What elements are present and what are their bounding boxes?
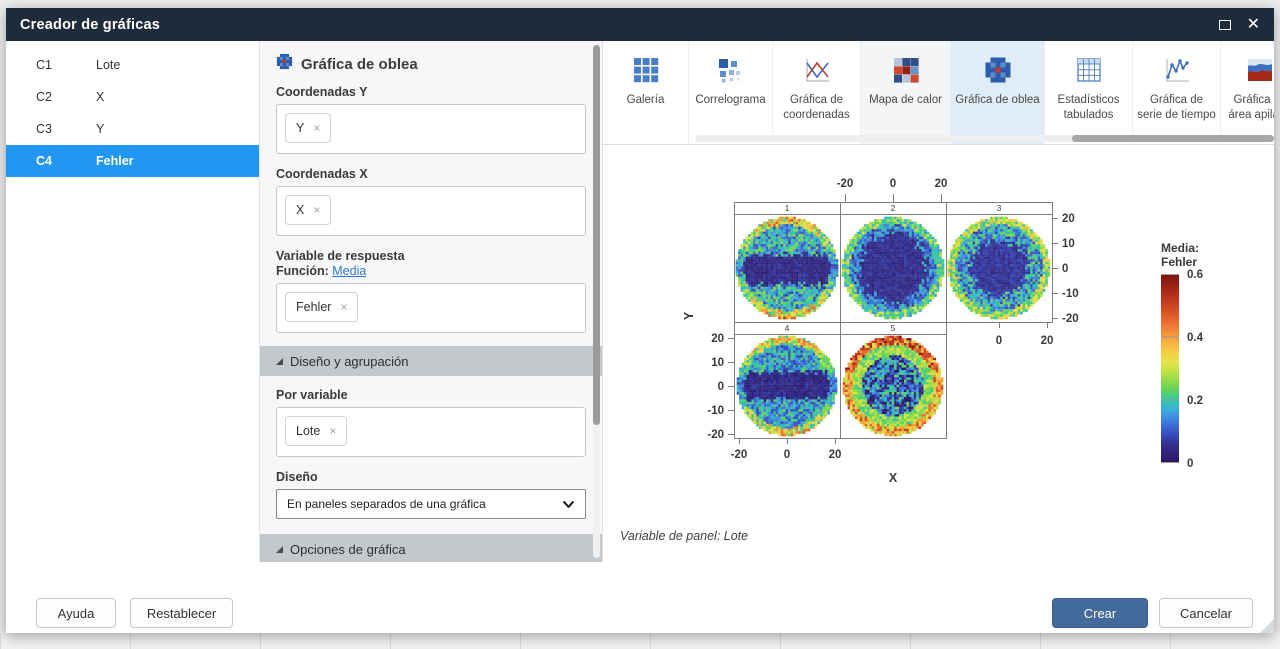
cancel-button[interactable]: Cancelar [1159, 598, 1253, 628]
section-graph-options[interactable]: Opciones de gráfica [260, 534, 602, 562]
wafer-plot-icon [276, 53, 293, 75]
chip-remove-icon[interactable]: × [313, 122, 320, 134]
wafer-plot-icon [984, 56, 1012, 84]
correlogram-icon [717, 56, 745, 84]
collapse-triangle-icon [276, 358, 283, 365]
column-name: Lote [96, 58, 120, 72]
builder-scrollbar-track[interactable] [593, 45, 600, 558]
response-dropzone[interactable]: Fehler × [276, 283, 586, 333]
reset-button[interactable]: Restablecer [130, 598, 233, 628]
dialog-footer: Ayuda Restablecer Crear Cancelar [6, 562, 1274, 633]
chip-remove-icon[interactable]: × [340, 301, 347, 313]
column-id: C1 [36, 58, 96, 72]
column-id: C4 [36, 154, 96, 168]
gallery-item-grafica-de-serie-de-tiempo[interactable]: Gráfica de serie de tiempo [1133, 41, 1221, 144]
stacked-area-icon [1246, 56, 1274, 84]
gallery-scrollbar-track[interactable] [695, 135, 1274, 142]
coord-x-label: Coordenadas X [276, 167, 586, 181]
column-name: Fehler [96, 154, 134, 168]
chip-fehler[interactable]: Fehler × [285, 292, 358, 322]
column-name: Y [96, 122, 104, 136]
column-row-c2[interactable]: C2 X [6, 81, 259, 113]
chart-gallery: Galería Correlograma [603, 41, 1274, 145]
by-variable-dropzone[interactable]: Lote × [276, 407, 586, 457]
parallel-coordinates-icon [803, 56, 831, 84]
gallery-item-grafica-de-area-apilada[interactable]: Gráfica de área apilada [1221, 41, 1274, 144]
chip-lote[interactable]: Lote × [285, 416, 347, 446]
coord-y-label: Coordenadas Y [276, 85, 586, 99]
gallery-item-grafica-de-coordenadas[interactable]: Gráfica de coordenadas [773, 41, 861, 144]
column-list: C1 Lote C2 X C3 Y C4 Fehler [6, 41, 260, 562]
close-icon[interactable]: ✕ [1247, 17, 1260, 33]
layout-label: Diseño [276, 470, 586, 484]
response-label: Variable de respuesta [276, 249, 586, 263]
dialog-title: Creador de gráficas [20, 17, 160, 33]
column-id: C2 [36, 90, 96, 104]
gallery-item-grafica-de-oblea[interactable]: Gráfica de oblea [951, 41, 1045, 144]
coord-x-dropzone[interactable]: X × [276, 186, 586, 236]
chip-remove-icon[interactable]: × [313, 204, 320, 216]
help-button[interactable]: Ayuda [36, 598, 116, 628]
dialog-titlebar[interactable]: Creador de gráficas ✕ [6, 8, 1274, 41]
column-name: X [96, 90, 104, 104]
builder-scrollbar-thumb[interactable] [593, 45, 600, 425]
resize-grip[interactable] [1260, 619, 1274, 633]
column-row-c1[interactable]: C1 Lote [6, 49, 259, 81]
graph-builder-dialog: Creador de gráficas ✕ C1 Lote C2 X C3 Y … [6, 8, 1274, 633]
gallery-item-galeria[interactable]: Galería [603, 41, 689, 144]
chart-preview-area: Variable de panel: Lote [603, 145, 1274, 562]
chip-x[interactable]: X × [285, 195, 331, 225]
time-series-icon [1163, 56, 1191, 84]
coord-y-dropzone[interactable]: Y × [276, 104, 586, 154]
column-row-c4-selected[interactable]: C4 Fehler [6, 145, 259, 177]
wafer-chart-canvas [603, 146, 1272, 526]
gallery-item-mapa-de-calor[interactable]: Mapa de calor [861, 41, 951, 144]
column-id: C3 [36, 122, 96, 136]
by-variable-label: Por variable [276, 388, 586, 402]
function-label: Función: [276, 264, 329, 278]
gallery-item-estadisticos-tabulados[interactable]: Estadísticos tabulados [1045, 41, 1133, 144]
chevron-down-icon [562, 500, 575, 509]
chip-remove-icon[interactable]: × [329, 425, 336, 437]
builder-panel: Gráfica de oblea Coordenadas Y Y × Coord… [260, 41, 603, 562]
layout-select[interactable]: En paneles separados de una gráfica [276, 489, 586, 519]
chip-y[interactable]: Y × [285, 113, 331, 143]
collapse-triangle-icon [276, 546, 283, 553]
section-design-grouping[interactable]: Diseño y agrupación [260, 346, 602, 376]
preview-panel: Galería Correlograma [603, 41, 1274, 562]
gallery-scrollbar-thumb[interactable] [1072, 135, 1274, 142]
desktop-background [0, 633, 1280, 649]
create-button[interactable]: Crear [1052, 598, 1148, 628]
builder-title: Gráfica de oblea [301, 56, 418, 73]
function-link[interactable]: Media [332, 264, 366, 278]
panel-variable-footnote: Variable de panel: Lote [620, 529, 748, 543]
column-row-c3[interactable]: C3 Y [6, 113, 259, 145]
gallery-grid-icon [632, 56, 660, 84]
table-icon [1075, 56, 1103, 84]
heatmap-icon [892, 56, 920, 84]
gallery-item-correlograma[interactable]: Correlograma [689, 41, 773, 144]
maximize-icon[interactable] [1219, 20, 1231, 30]
